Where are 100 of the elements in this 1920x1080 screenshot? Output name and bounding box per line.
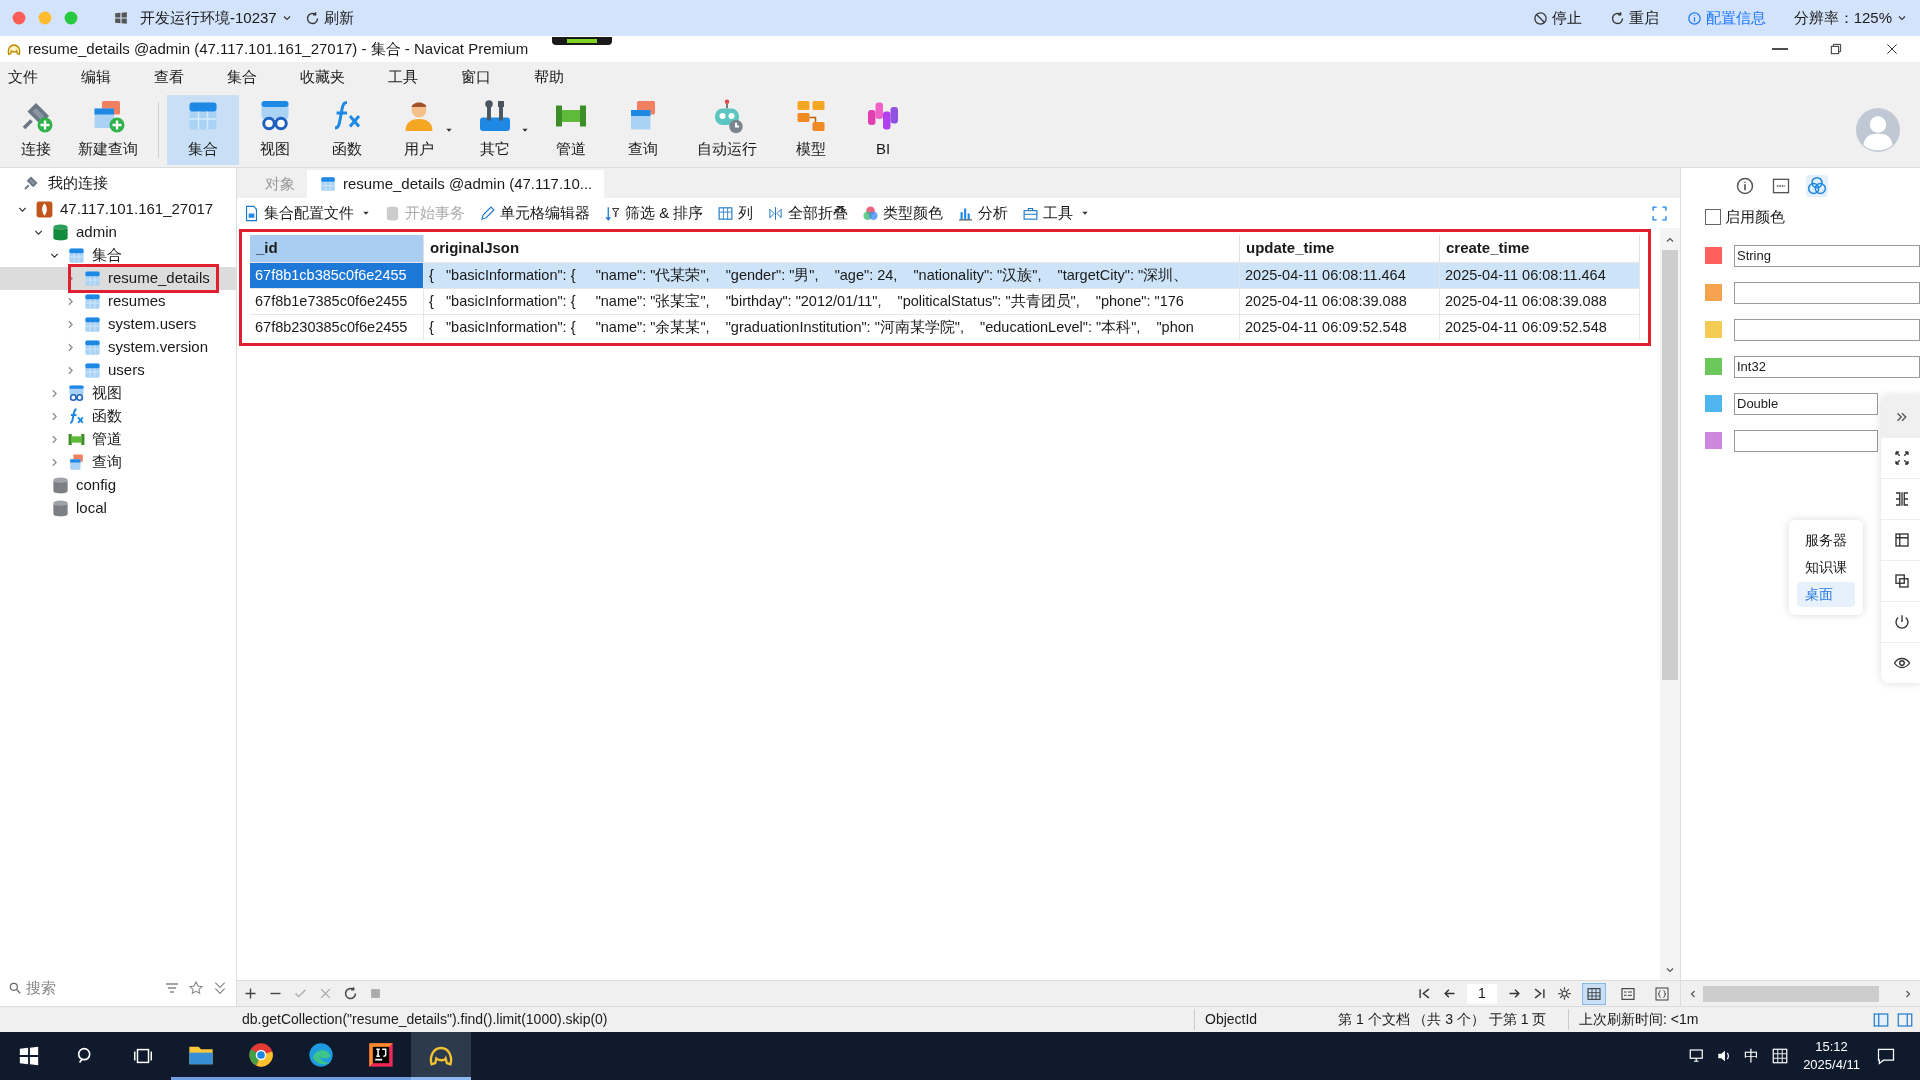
toolbar-button[interactable]: 分析 xyxy=(957,201,1009,225)
tree-item[interactable]: 管道 xyxy=(67,428,128,451)
database-icon xyxy=(51,223,70,242)
tree-item[interactable]: admin xyxy=(51,221,123,244)
refresh-button[interactable]: 刷新 xyxy=(304,6,354,30)
tree-item[interactable]: local xyxy=(51,497,113,520)
menu-item[interactable]: 收藏夹 xyxy=(292,65,353,89)
top-action-button[interactable]: 停止 xyxy=(1532,6,1582,30)
window-dot-icon[interactable] xyxy=(38,11,52,25)
top-action-button[interactable]: 重启 xyxy=(1609,6,1659,30)
toolbar-button[interactable]: 集合 xyxy=(167,94,239,165)
next-page-icon[interactable] xyxy=(1507,986,1522,1001)
collapse-icon[interactable] xyxy=(212,980,228,996)
menu-item[interactable]: 桌面 xyxy=(1797,582,1855,607)
tree-item[interactable]: 视图 xyxy=(67,382,128,405)
tree-item[interactable]: 47.117.101.161_27017 xyxy=(35,198,220,221)
color-swatch[interactable] xyxy=(1705,395,1722,412)
resolution-dropdown[interactable]: 分辨率：125% xyxy=(1793,6,1908,30)
menu-item[interactable]: 集合 xyxy=(219,65,265,89)
color-swatch[interactable] xyxy=(1705,358,1722,375)
color-swatch[interactable] xyxy=(1705,432,1722,449)
tree-item[interactable]: 查询 xyxy=(67,451,128,474)
restore-icon xyxy=(1828,41,1844,57)
tree-item[interactable]: 集合 xyxy=(67,244,128,267)
window-dot-icon[interactable] xyxy=(64,11,78,25)
menu-item[interactable]: 查看 xyxy=(146,65,192,89)
type-field[interactable] xyxy=(1734,429,1878,452)
toolbar-button[interactable]: 集合配置文件 xyxy=(243,201,370,225)
settings-icon[interactable] xyxy=(1557,986,1572,1001)
type-field[interactable]: Int32 xyxy=(1734,355,1920,378)
toolbar-button[interactable]: 函数 xyxy=(311,94,383,165)
toolbar-button[interactable]: 新建查询 xyxy=(66,94,150,165)
color-swatch[interactable] xyxy=(1705,321,1722,338)
panel-left-icon[interactable] xyxy=(1872,1010,1890,1029)
circles-tab[interactable] xyxy=(1805,175,1828,197)
toolbar-button[interactable]: 用户 xyxy=(383,94,455,165)
taskbar-app-button[interactable] xyxy=(411,1032,471,1080)
panel-right-icon[interactable] xyxy=(1896,1010,1914,1029)
menu-item[interactable]: 知识课 xyxy=(1797,555,1855,580)
scrollbar-thumb[interactable] xyxy=(1662,250,1678,680)
menu-item[interactable]: 文件 xyxy=(0,65,46,89)
menu-item[interactable]: 窗口 xyxy=(453,65,499,89)
column-header[interactable]: _id xyxy=(250,235,424,262)
tree-item[interactable]: config xyxy=(51,474,123,497)
menu-item[interactable]: 工具 xyxy=(380,65,426,89)
toolbar-button[interactable]: 查询 xyxy=(607,94,679,165)
type-field[interactable]: Double xyxy=(1734,392,1878,415)
menu-item[interactable]: 帮助 xyxy=(526,65,572,89)
menu-item[interactable]: 编辑 xyxy=(73,65,119,89)
document-icon xyxy=(243,204,260,222)
tree-item[interactable]: system.users xyxy=(83,313,203,336)
menu-item[interactable]: 服务器 xyxy=(1797,528,1855,553)
filter-icon[interactable] xyxy=(164,980,180,996)
table-row[interactable]: 67f8b1cb385c0f6e2455 { "basicInformation": { "name": "代某荣", "gender": "男", "age": 24, "nationality": "汉族", "targetCity": "深圳、 2025-04-11 06:08:11.464 2025-04-11 06:08:11.464 xyxy=(250,262,1640,288)
tree-item[interactable]: 函数 xyxy=(67,405,128,428)
type-field[interactable] xyxy=(1734,281,1920,304)
tree-item[interactable]: users xyxy=(83,359,151,382)
table-cell: 2025-04-11 06:09:52.548 xyxy=(1240,315,1440,340)
checkbox[interactable] xyxy=(1705,209,1721,226)
tab[interactable]: resume_details @admin (47.117.10... xyxy=(307,170,605,198)
star-icon[interactable] xyxy=(188,980,204,996)
fullscreen-icon[interactable] xyxy=(1651,204,1668,222)
toolbar-button[interactable]: 列 xyxy=(717,201,754,225)
window-dot-icon[interactable] xyxy=(12,11,26,25)
toolbar-button[interactable]: BI xyxy=(847,94,919,165)
page-field[interactable]: 1 xyxy=(1467,983,1497,1004)
search-field[interactable]: 搜索 xyxy=(26,976,126,1000)
type-field[interactable]: String xyxy=(1734,244,1920,267)
color-swatch[interactable] xyxy=(1705,247,1722,264)
toolbar-button[interactable]: 单元格编辑器 xyxy=(479,201,590,225)
first-page-icon[interactable] xyxy=(1417,986,1432,1001)
last-page-icon[interactable] xyxy=(1532,986,1547,1001)
prev-page-icon[interactable] xyxy=(1442,986,1457,1001)
toolbar-button[interactable]: 模型 xyxy=(775,94,847,165)
refresh-icon[interactable] xyxy=(343,986,358,1001)
table-row[interactable]: 67f8b1e7385c0f6e2455 { "basicInformation": { "name": "张某宝", "birthday": "2012/01/11", "politicalStatus": "共青团员", "phone": "176 2025-04-11 06:08:39.088 2025-04-11 06:08:39.088 xyxy=(250,288,1640,314)
split-icon xyxy=(1893,490,1911,508)
toolbar-button[interactable]: 自动运行 xyxy=(679,94,775,165)
tree-item[interactable]: system.version xyxy=(83,336,215,359)
tree-item[interactable]: resumes xyxy=(83,290,172,313)
toolbar-button[interactable]: 视图 xyxy=(239,94,311,165)
toolbar-button[interactable]: 全部折叠 xyxy=(767,201,849,225)
table-row[interactable]: 67f8b230385c0f6e2455 { "basicInformation": { "name": "余某某", "graduationInstitution": "河南某学院", "educationLevel": "本科", "phon 2025-04-11 06:09:52.548 2025-04-11 06:09:52.548 xyxy=(250,314,1640,340)
scrollbar-thumb[interactable] xyxy=(1703,985,1879,1002)
layout-icon xyxy=(1893,531,1911,549)
toolbar-button[interactable]: 类型颜色 xyxy=(862,201,944,225)
toolbar-button[interactable]: 连接 xyxy=(6,94,66,165)
input-method-button[interactable]: 中 xyxy=(1744,1044,1760,1068)
notification-icon[interactable] xyxy=(1876,1046,1896,1066)
toolbar-button[interactable]: 筛选 & 排序 xyxy=(604,201,704,225)
toolbar-button[interactable]: 工具 xyxy=(1022,201,1090,225)
environment-dropdown[interactable]: 开发运行环境-10237 xyxy=(140,6,293,30)
info-icon xyxy=(1686,10,1702,26)
toolbar-button[interactable]: 其它 xyxy=(459,94,531,165)
color-swatch[interactable] xyxy=(1705,284,1722,301)
keyboard-grid-icon[interactable] xyxy=(1771,1047,1790,1065)
type-field[interactable] xyxy=(1734,318,1920,341)
add-icon[interactable] xyxy=(243,986,258,1001)
toolbar-button[interactable]: 管道 xyxy=(535,94,607,165)
grid-view-button[interactable] xyxy=(1582,982,1606,1005)
